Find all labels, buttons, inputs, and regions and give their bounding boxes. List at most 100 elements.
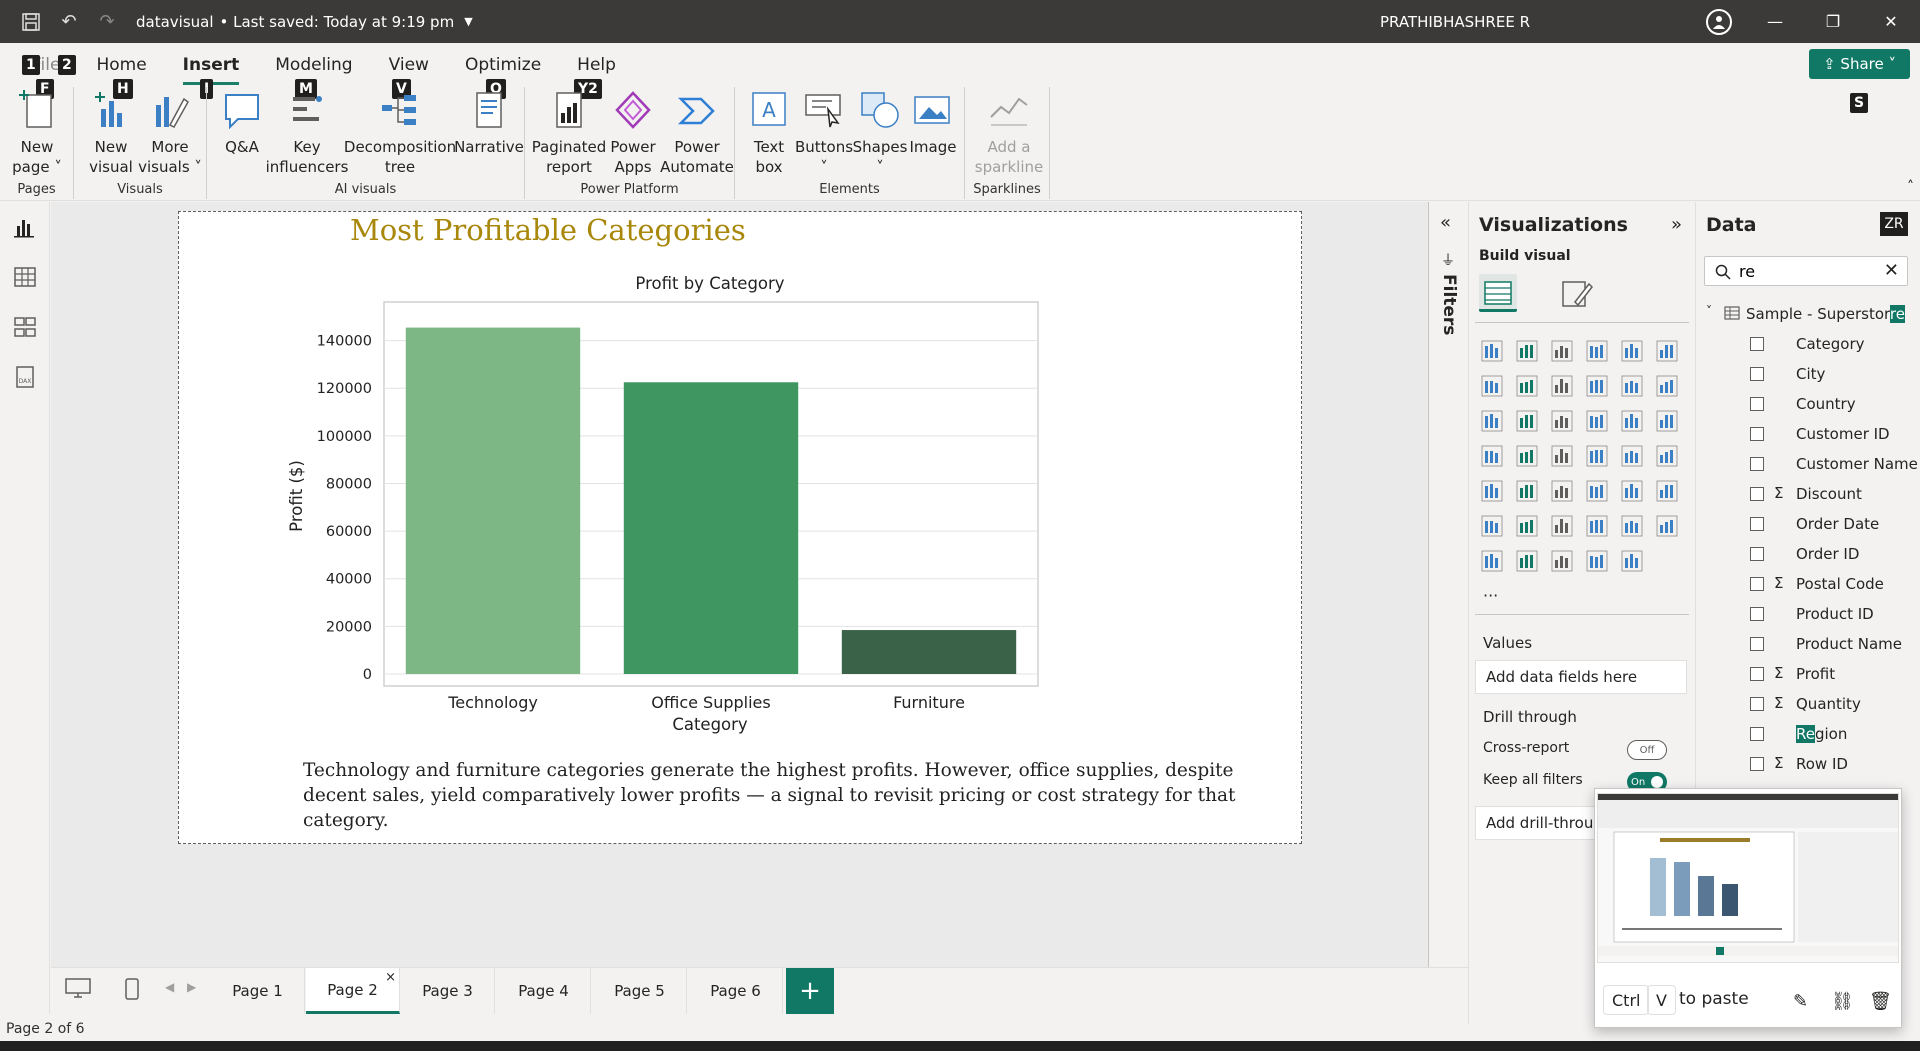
field-checkbox[interactable]	[1750, 667, 1764, 681]
line-chart-icon[interactable]	[1479, 373, 1505, 399]
user-name[interactable]: PRATHIBHASHREE R	[1380, 13, 1530, 31]
field-country[interactable]: Country	[1696, 394, 1920, 416]
desktop-layout-icon[interactable]	[65, 978, 91, 998]
new-page-button[interactable]: New page ˅	[10, 87, 64, 177]
r-visual-icon[interactable]	[1654, 478, 1680, 504]
field-category[interactable]: Category	[1696, 334, 1920, 356]
clustered-bar-chart-icon[interactable]	[1549, 338, 1575, 364]
decomposition-tree-icon[interactable]	[1549, 513, 1575, 539]
scroll-right-icon[interactable]: ▶	[187, 980, 196, 994]
profit-by-category-chart[interactable]: Profit by Category 0 20000 40000 60000 80000…	[270, 270, 1060, 740]
field-checkbox[interactable]	[1750, 517, 1764, 531]
dax-query-view-icon[interactable]: DAX	[12, 364, 38, 390]
field-product-id[interactable]: Product ID	[1696, 604, 1920, 626]
map-icon[interactable]	[1514, 443, 1540, 469]
scroll-left-icon[interactable]: ◀	[165, 980, 174, 994]
field-region[interactable]: Region	[1696, 724, 1920, 746]
field-checkbox[interactable]	[1750, 367, 1764, 381]
expand-filters-icon[interactable]: «	[1440, 212, 1451, 233]
field-checkbox[interactable]	[1750, 427, 1764, 441]
power-apps-visual-icon[interactable]	[1584, 548, 1610, 574]
slicer-icon[interactable]	[1549, 478, 1575, 504]
report-view-icon[interactable]	[12, 214, 38, 240]
multi-row-card-icon[interactable]	[1479, 478, 1505, 504]
field-checkbox[interactable]	[1750, 757, 1764, 771]
field-order-id[interactable]: Order ID	[1696, 544, 1920, 566]
bar-office-supplies[interactable]	[623, 382, 799, 674]
table-icon[interactable]	[1584, 478, 1610, 504]
collapse-ribbon-icon[interactable]: ˄	[1907, 179, 1914, 195]
field-checkbox[interactable]	[1750, 727, 1764, 741]
tab-optimize[interactable]: Optimize	[447, 51, 559, 81]
tab-home[interactable]: Home	[78, 51, 164, 81]
save-icon[interactable]	[12, 0, 50, 43]
key-influencers-button[interactable]: Key influencers	[266, 87, 348, 177]
card-icon[interactable]	[1654, 443, 1680, 469]
add-page-button[interactable]: +	[786, 968, 834, 1014]
power-automate-visual-icon[interactable]	[1619, 548, 1645, 574]
more-visuals-button[interactable]: More visuals ˅	[138, 87, 202, 177]
redo-icon[interactable]: ↷	[88, 0, 126, 43]
field-checkbox[interactable]	[1750, 547, 1764, 561]
filters-pane-collapsed[interactable]: « ⏚ Filters	[1428, 202, 1468, 967]
field-postal-code[interactable]: Σ Postal Code	[1696, 574, 1920, 596]
gauge-icon[interactable]	[1619, 443, 1645, 469]
paginated-report-button[interactable]: Paginated report	[532, 87, 606, 177]
field-customer-name[interactable]: Customer Name	[1696, 454, 1920, 476]
narrative-button[interactable]: Narrative	[453, 87, 525, 157]
tab-insert[interactable]: Insert	[165, 51, 258, 85]
area-chart-icon[interactable]	[1514, 373, 1540, 399]
field-checkbox[interactable]	[1750, 397, 1764, 411]
minimize-icon[interactable]: —	[1746, 0, 1804, 43]
clear-search-icon[interactable]: ✕	[1884, 260, 1899, 281]
field-checkbox[interactable]	[1750, 457, 1764, 471]
field-checkbox[interactable]	[1750, 577, 1764, 591]
power-automate-button[interactable]: Power Automate	[660, 87, 734, 177]
format-visual-tab[interactable]	[1557, 274, 1595, 312]
field-checkbox[interactable]	[1750, 697, 1764, 711]
table-sample-superstore[interactable]: ˅ Sample - Superstorre	[1704, 304, 1914, 326]
close-page-icon[interactable]: ×	[385, 970, 396, 985]
card-new-icon[interactable]	[1514, 548, 1540, 574]
page-tab-1[interactable]: Page 1	[211, 968, 305, 1014]
model-view-icon[interactable]	[12, 314, 38, 340]
more-visuals-ellipsis[interactable]: ···	[1483, 586, 1498, 605]
link-icon[interactable]: ⛓	[1831, 991, 1854, 1012]
narrative-visual-icon[interactable]	[1619, 513, 1645, 539]
power-apps-button[interactable]: Power Apps	[605, 87, 661, 177]
values-well[interactable]: Add data fields here	[1475, 660, 1687, 694]
field-customer-id[interactable]: Customer ID	[1696, 424, 1920, 446]
save-status[interactable]: • Last saved: Today at 9:19 pm	[220, 13, 455, 31]
report-title[interactable]: Most Profitable Categories	[350, 213, 746, 247]
restore-icon[interactable]: ❐	[1804, 0, 1862, 43]
field-order-date[interactable]: Order Date	[1696, 514, 1920, 536]
stacked-column-chart-icon[interactable]	[1514, 338, 1540, 364]
stacked-bar-chart-icon[interactable]	[1479, 338, 1505, 364]
cross-report-toggle[interactable]: Off	[1627, 740, 1667, 760]
field-checkbox[interactable]	[1750, 337, 1764, 351]
undo-icon[interactable]: ↶	[50, 0, 88, 43]
tab-view[interactable]: View	[371, 51, 447, 81]
100-stacked-area-chart-icon[interactable]	[1584, 373, 1610, 399]
tab-help[interactable]: Help	[559, 51, 634, 81]
field-row-id[interactable]: Σ Row ID	[1696, 754, 1920, 776]
narrative-text[interactable]: Technology and furniture categories gene…	[303, 758, 1263, 833]
share-button[interactable]: ⇪ Share ˅	[1809, 49, 1910, 79]
matrix-icon[interactable]	[1619, 478, 1645, 504]
mobile-layout-icon[interactable]	[125, 978, 139, 1000]
field-profit[interactable]: Σ Profit	[1696, 664, 1920, 686]
page-tab-2[interactable]: Page 2 ×	[306, 968, 400, 1014]
field-discount[interactable]: Σ Discount	[1696, 484, 1920, 506]
data-search-box[interactable]: ✕	[1704, 256, 1908, 286]
100-stacked-column-chart-icon[interactable]	[1654, 338, 1680, 364]
field-checkbox[interactable]	[1750, 637, 1764, 651]
azure-map-icon[interactable]	[1584, 443, 1610, 469]
search-input[interactable]	[1739, 261, 1869, 281]
scatter-chart-icon[interactable]	[1584, 408, 1610, 434]
close-icon[interactable]: ✕	[1862, 0, 1920, 43]
clustered-column-chart-icon[interactable]	[1584, 338, 1610, 364]
text-box-button[interactable]: A Text box	[743, 87, 795, 177]
avatar[interactable]	[1706, 9, 1732, 35]
paginated-report-visual-icon[interactable]	[1479, 548, 1505, 574]
field-product-name[interactable]: Product Name	[1696, 634, 1920, 656]
